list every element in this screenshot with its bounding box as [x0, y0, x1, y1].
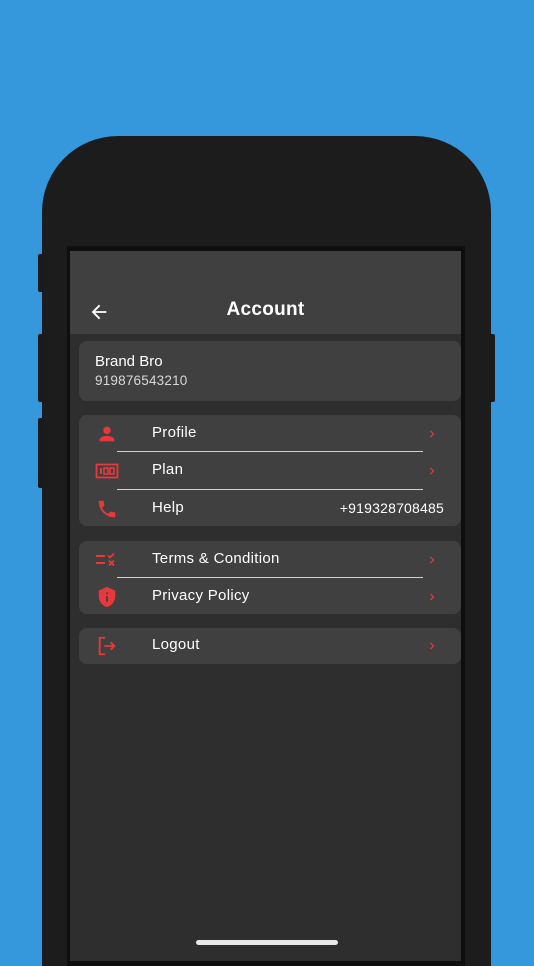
logout-group: Logout — [79, 628, 461, 664]
menu-item-label: Privacy Policy — [152, 587, 250, 604]
menu-item-label: Terms & Condition — [152, 550, 280, 567]
shield-icon — [95, 586, 119, 608]
phone-screen: Account Brand Bro 919876543210 Profile P… — [67, 246, 465, 966]
menu-item-profile[interactable]: Profile — [79, 415, 461, 453]
phone-side-button — [38, 254, 44, 292]
menu-item-logout[interactable]: Logout — [79, 628, 461, 664]
chevron-right-icon — [430, 467, 435, 475]
help-phone-number[interactable]: +919328708485 — [340, 500, 444, 516]
phone-power-button — [489, 334, 495, 402]
user-phone: 919876543210 — [95, 373, 188, 388]
chevron-right-icon — [430, 642, 435, 650]
phone-volume-down-button — [38, 418, 44, 488]
plan-icon — [95, 460, 119, 482]
menu-item-help[interactable]: Help +919328708485 — [79, 490, 461, 528]
chevron-right-icon — [430, 430, 435, 438]
menu-item-label: Logout — [152, 636, 200, 653]
person-icon — [95, 423, 119, 445]
home-indicator[interactable] — [196, 940, 338, 945]
chevron-right-icon — [430, 593, 435, 601]
legal-menu-group: Terms & Condition Privacy Policy — [79, 541, 461, 614]
menu-item-plan[interactable]: Plan — [79, 452, 461, 490]
menu-item-label: Plan — [152, 461, 184, 478]
page-title: Account — [226, 299, 305, 320]
app-screen: Account Brand Bro 919876543210 Profile P… — [70, 251, 461, 961]
logout-icon — [95, 635, 119, 657]
user-card: Brand Bro 919876543210 — [79, 341, 461, 401]
chevron-right-icon — [430, 556, 435, 564]
app-bar: Account — [70, 251, 461, 334]
user-name: Brand Bro — [95, 353, 163, 370]
menu-item-privacy-policy[interactable]: Privacy Policy — [79, 578, 461, 616]
phone-icon — [95, 498, 119, 520]
menu-item-terms[interactable]: Terms & Condition — [79, 541, 461, 579]
menu-item-label: Help — [152, 499, 185, 516]
menu-item-label: Profile — [152, 424, 197, 441]
phone-volume-up-button — [38, 334, 44, 402]
checklist-icon — [95, 549, 119, 571]
account-menu-group: Profile Plan Help +919328708485 — [79, 415, 461, 526]
